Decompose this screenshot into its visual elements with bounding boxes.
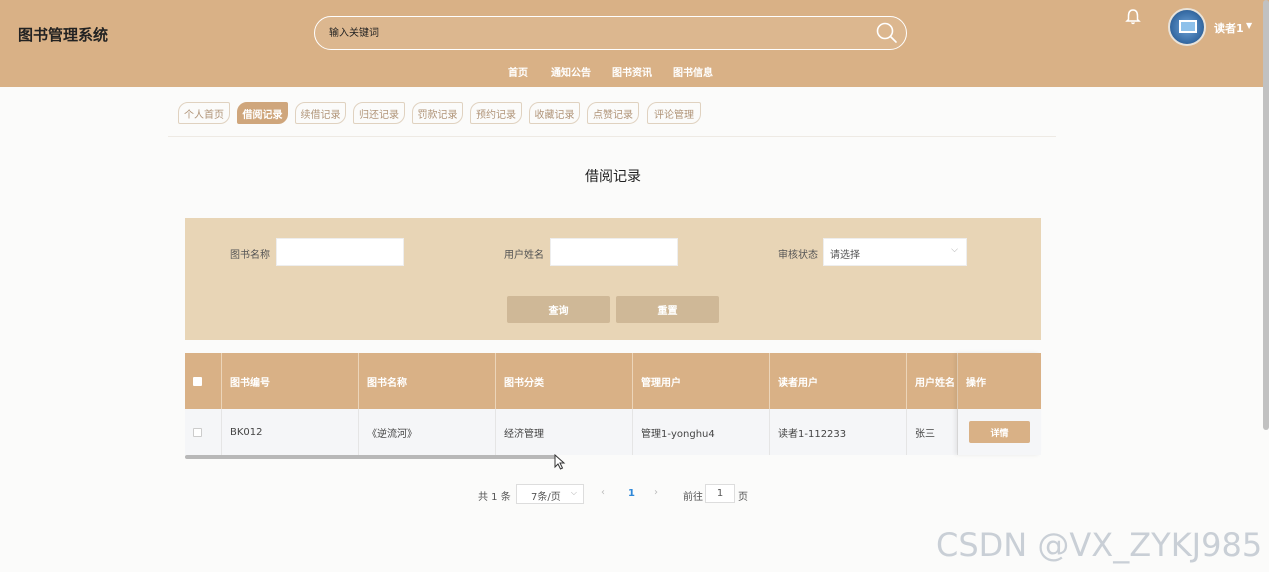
- select-all-cell: [185, 353, 222, 409]
- status-select[interactable]: 请选择 ⌵: [823, 238, 967, 266]
- user-name[interactable]: 读者1: [1214, 20, 1244, 36]
- col-operation: 操作: [958, 353, 1041, 409]
- bell-icon[interactable]: [1124, 8, 1142, 26]
- tab-return-records[interactable]: 归还记录: [353, 102, 405, 124]
- tab-fine-records[interactable]: 罚款记录: [412, 102, 463, 124]
- page-size-value: 7条/页: [531, 492, 561, 503]
- tab-like-records[interactable]: 点赞记录: [587, 102, 639, 124]
- col-book-name[interactable]: 图书名称: [359, 353, 496, 409]
- avatar[interactable]: [1168, 8, 1206, 46]
- brand-title: 图书管理系统: [18, 26, 109, 44]
- operation-column: 操作 详情: [958, 353, 1041, 455]
- tab-personal-home[interactable]: 个人首页: [178, 102, 230, 124]
- page-unit-label: 页: [738, 492, 748, 503]
- select-all-checkbox[interactable]: [193, 376, 202, 386]
- top-nav: 首页 通知公告 图书资讯 图书信息: [0, 64, 1269, 79]
- nav-book-info[interactable]: 图书信息: [673, 64, 713, 79]
- vertical-scrollbar[interactable]: [1263, 0, 1269, 430]
- cell-book-no: BK012: [222, 409, 359, 455]
- col-admin-user[interactable]: 管理用户: [633, 353, 770, 409]
- table-row: BK012 《逆流河》 经济管理 管理1-yonghu4 读者1-112233 …: [185, 409, 1041, 455]
- cell-user-name: 张三: [907, 409, 958, 455]
- col-book-no[interactable]: 图书编号: [222, 353, 359, 409]
- watermark: CSDN @VX_ZYKJ985: [936, 526, 1263, 564]
- next-page-icon[interactable]: ›: [654, 487, 658, 498]
- horizontal-scrollbar[interactable]: [185, 455, 557, 459]
- detail-button[interactable]: 详情: [969, 421, 1030, 443]
- tab-comment-manage[interactable]: 评论管理: [647, 102, 701, 124]
- user-name-label: 用户姓名: [504, 250, 544, 261]
- status-select-placeholder: 请选择: [830, 250, 860, 261]
- tab-favorite-records[interactable]: 收藏记录: [529, 102, 580, 124]
- page-number-current[interactable]: 1: [628, 488, 635, 499]
- tabs-divider: [168, 136, 1056, 137]
- goto-page-input[interactable]: 1: [705, 484, 735, 503]
- cell-book-name: 《逆流河》: [359, 409, 496, 455]
- book-name-input[interactable]: [276, 238, 404, 266]
- col-category[interactable]: 图书分类: [496, 353, 633, 409]
- user-name-input[interactable]: [550, 238, 678, 266]
- cell-category: 经济管理: [496, 409, 633, 455]
- table-header: 图书编号 图书名称 图书分类 管理用户 读者用户 用户姓名: [185, 353, 1041, 409]
- tab-borrow-records[interactable]: 借阅记录: [237, 102, 288, 124]
- col-user-name[interactable]: 用户姓名: [907, 353, 958, 409]
- search-bar[interactable]: [314, 16, 907, 50]
- status-label: 审核状态: [778, 250, 818, 261]
- header: 图书管理系统 读者1 ▼ 首页 通知公告 图书资讯 图书信息: [0, 0, 1269, 87]
- cell-admin-user: 管理1-yonghu4: [633, 409, 770, 455]
- prev-page-icon[interactable]: ‹: [601, 487, 605, 498]
- nav-notices[interactable]: 通知公告: [551, 64, 591, 79]
- chevron-down-icon: ⌵: [570, 488, 577, 497]
- search-input[interactable]: [329, 24, 869, 42]
- tab-reserve-records[interactable]: 预约记录: [470, 102, 522, 124]
- pagination-total: 共 1 条: [478, 492, 511, 503]
- cell-reader-user: 读者1-112233: [770, 409, 907, 455]
- search-icon[interactable]: [875, 21, 899, 45]
- nav-book-news[interactable]: 图书资讯: [612, 64, 652, 79]
- book-name-label: 图书名称: [230, 250, 270, 261]
- row-checkbox[interactable]: [193, 427, 202, 437]
- page-title: 借阅记录: [585, 169, 641, 185]
- col-reader-user[interactable]: 读者用户: [770, 353, 907, 409]
- tab-renew-records[interactable]: 续借记录: [295, 102, 346, 124]
- nav-home[interactable]: 首页: [508, 64, 528, 79]
- search-button[interactable]: 查询: [507, 296, 610, 323]
- operation-cell: 详情: [958, 409, 1041, 455]
- reset-button[interactable]: 重置: [616, 296, 719, 323]
- chevron-down-icon: ⌵: [951, 245, 958, 255]
- filter-panel: 图书名称 用户姓名 审核状态 请选择 ⌵: [185, 218, 1041, 340]
- mouse-cursor-icon: [554, 454, 566, 470]
- caret-down-icon[interactable]: ▼: [1246, 21, 1252, 30]
- goto-label: 前往: [683, 492, 703, 503]
- row-checkbox-cell: [185, 409, 222, 455]
- page-size-select[interactable]: 7条/页 ⌵: [516, 484, 584, 504]
